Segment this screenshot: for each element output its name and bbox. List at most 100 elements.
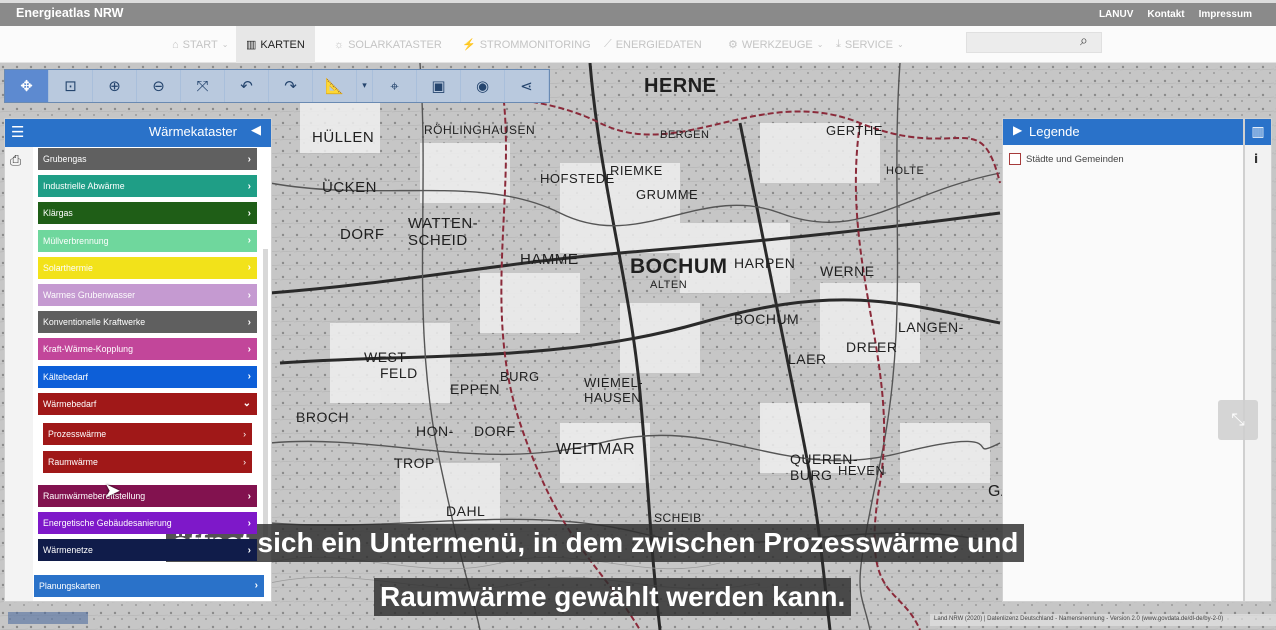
chevron-right-icon: › [247, 371, 251, 383]
nav-start[interactable]: ⌂ START ⌄ [172, 26, 228, 63]
marker-button[interactable]: ⌖ [373, 70, 417, 102]
layer-label: Wärmenetze [43, 545, 93, 556]
undo-button[interactable]: ↶ [225, 70, 269, 102]
subtitle-line: Raumwärme gewählt werden kann. [374, 578, 852, 616]
map-label: DAHL [446, 503, 486, 519]
panel-header: ☰ Wärmekataster ◀ [5, 119, 271, 147]
legend-item: Städte und Gemeinden [1009, 153, 1124, 165]
layer-item[interactable]: Wärmenetze › [38, 539, 257, 562]
redo-button[interactable]: ↷ [269, 70, 313, 102]
top-bar: Energieatlas NRW LANUV Kontakt Impressum [0, 0, 1276, 26]
chevron-down-icon: ⌄ [221, 40, 229, 49]
layer-item[interactable]: Wärmebedarf ⌄ [38, 392, 257, 415]
link-impressum[interactable]: Impressum [1199, 9, 1252, 20]
map-label: HERNE [644, 75, 717, 97]
map-label: RIEMKE [610, 163, 663, 178]
layer-item[interactable]: Klärgas › [38, 202, 257, 225]
list-icon[interactable]: ☰ [11, 123, 24, 141]
map-label: EPPEN [450, 381, 500, 397]
map-label: WEST [364, 349, 407, 365]
map-label: BERGEN [660, 129, 710, 141]
share-button[interactable]: ⋖ [505, 70, 549, 102]
map-label: RÖHLINGHAUSEN [424, 123, 536, 137]
map-label: DORF [340, 226, 385, 243]
measure-button[interactable]: 📐 [313, 70, 357, 102]
map-label: HOLTE [886, 165, 925, 177]
mouse-cursor-icon: ➤ [104, 478, 121, 502]
layer-item[interactable]: Energetische Gebäudesanierung › [38, 512, 257, 535]
overview-map-button[interactable]: ⤡ [1218, 400, 1258, 440]
map-icon[interactable]: ▥ [1245, 119, 1271, 145]
map-label: BOCHUM [734, 311, 800, 327]
map-label: LANGEN- [898, 319, 964, 335]
app-title: Energieatlas NRW [16, 6, 124, 20]
collapse-right-icon[interactable]: ▶ [1013, 123, 1022, 137]
panel-side-buttons: ⎙ [5, 147, 33, 601]
chevron-right-icon: › [247, 262, 251, 274]
zoom-out-button[interactable]: ⊖ [137, 70, 181, 102]
layer-label: Müllverbrennung [43, 235, 109, 246]
map-label: BOCHUM [630, 255, 728, 278]
zoom-in-button[interactable]: ⊕ [93, 70, 137, 102]
chevron-right-icon: › [247, 289, 251, 301]
print-icon[interactable]: ⎙ [10, 153, 21, 169]
layer-label: Grubengas [43, 154, 87, 164]
zoom-box-button[interactable]: ⊡ [49, 70, 93, 102]
legend-title: Legende [1029, 124, 1080, 139]
layer-item[interactable]: Raumwärmebereitstellung › [38, 485, 257, 507]
nav-werkzeuge[interactable]: ⚙ WERKZEUGE ⌄ [728, 26, 823, 63]
chart-icon: ⟋ [604, 38, 612, 50]
full-extent-button[interactable]: ⤧ [181, 70, 225, 102]
nav-strommonitoring[interactable]: ⚡ STROMMONITORING [462, 26, 591, 63]
chevron-right-icon: › [247, 343, 251, 355]
nav-solarkataster[interactable]: ☼ SOLARKATASTER [334, 26, 442, 63]
link-lanuv[interactable]: LANUV [1099, 9, 1133, 20]
measure-dropdown-button[interactable]: ▾ [357, 70, 373, 102]
subtitle-line: öffnet sich ein Untermenü, in dem zwisch… [166, 524, 1025, 562]
map-toolbar: ✥ ⊡ ⊕ ⊖ ⤧ ↶ ↷ 📐 ▾ ⌖ ▣ ◉ ⋖ [4, 69, 550, 103]
layer-item[interactable]: Grubengas › [38, 148, 257, 170]
layer-item[interactable]: Müllverbrennung › [38, 229, 257, 252]
layer-item[interactable]: Kraft-Wärme-Kopplung › [38, 338, 257, 361]
pan-tool-button[interactable]: ✥ [5, 70, 49, 102]
chevron-right-icon: › [254, 580, 258, 592]
layer-item[interactable]: Kältebedarf › [38, 365, 257, 388]
chevron-right-icon: › [247, 316, 251, 328]
nav-energiedaten[interactable]: ⟋ ENERGIEDATEN [604, 26, 702, 63]
link-kontakt[interactable]: Kontakt [1147, 9, 1184, 20]
layer-item[interactable]: Warmes Grubenwasser › [38, 284, 257, 306]
layer-item[interactable]: Industrielle Abwärme › [38, 175, 257, 198]
map-label: WATTEN-SCHEID [408, 215, 479, 249]
planning-maps-item[interactable]: Planungskarten › [34, 574, 264, 597]
main-navigation: ⌂ START ⌄ ▥ KARTEN ☼ SOLARKATASTER ⚡ STROMMON… [0, 26, 1276, 63]
legend-item-label: Städte und Gemeinden [1026, 153, 1124, 165]
info-icon[interactable]: i [1254, 152, 1258, 166]
nav-service[interactable]: ⤓ SERVICE ⌄ [836, 26, 904, 63]
panel-title: Wärmekataster [148, 124, 237, 139]
map-label: DORF [474, 423, 516, 439]
sun-icon: ☼ [334, 38, 345, 51]
bookmark-button[interactable]: ▣ [417, 70, 461, 102]
layer-label: Energetische Gebäudesanierung [43, 518, 172, 529]
chevron-right-icon: › [247, 517, 251, 529]
map-label: ÜCKEN [322, 179, 378, 196]
map-label: BURG [500, 369, 540, 384]
home-icon: ⌂ [172, 38, 179, 51]
sublayer-item[interactable]: Prozesswärme › [43, 423, 252, 445]
map-label: HÜLLEN [312, 129, 375, 146]
chevron-right-icon: › [243, 429, 246, 439]
cogs-icon: ⚙ [728, 39, 738, 51]
map-label: BROCH [296, 409, 350, 425]
nav-karten[interactable]: ▥ KARTEN [236, 26, 315, 63]
collapse-left-icon[interactable]: ◀ [251, 123, 261, 138]
map-label: GERTHE [826, 123, 883, 138]
legend-swatch [1009, 153, 1021, 165]
copyright-text: Land NRW (2020) | Datenlizenz Deutschlan… [930, 614, 1276, 626]
sublayer-item[interactable]: Raumwärme › [43, 450, 252, 473]
panel-scrollbar[interactable] [263, 249, 268, 549]
layer-item[interactable]: Konventionelle Kraftwerke › [38, 311, 257, 334]
map-label: ALTEN [650, 279, 688, 291]
search-icon[interactable]: ⌕ [1080, 33, 1088, 49]
camera-button[interactable]: ◉ [461, 70, 505, 102]
layer-item[interactable]: Solarthermie › [38, 256, 257, 279]
